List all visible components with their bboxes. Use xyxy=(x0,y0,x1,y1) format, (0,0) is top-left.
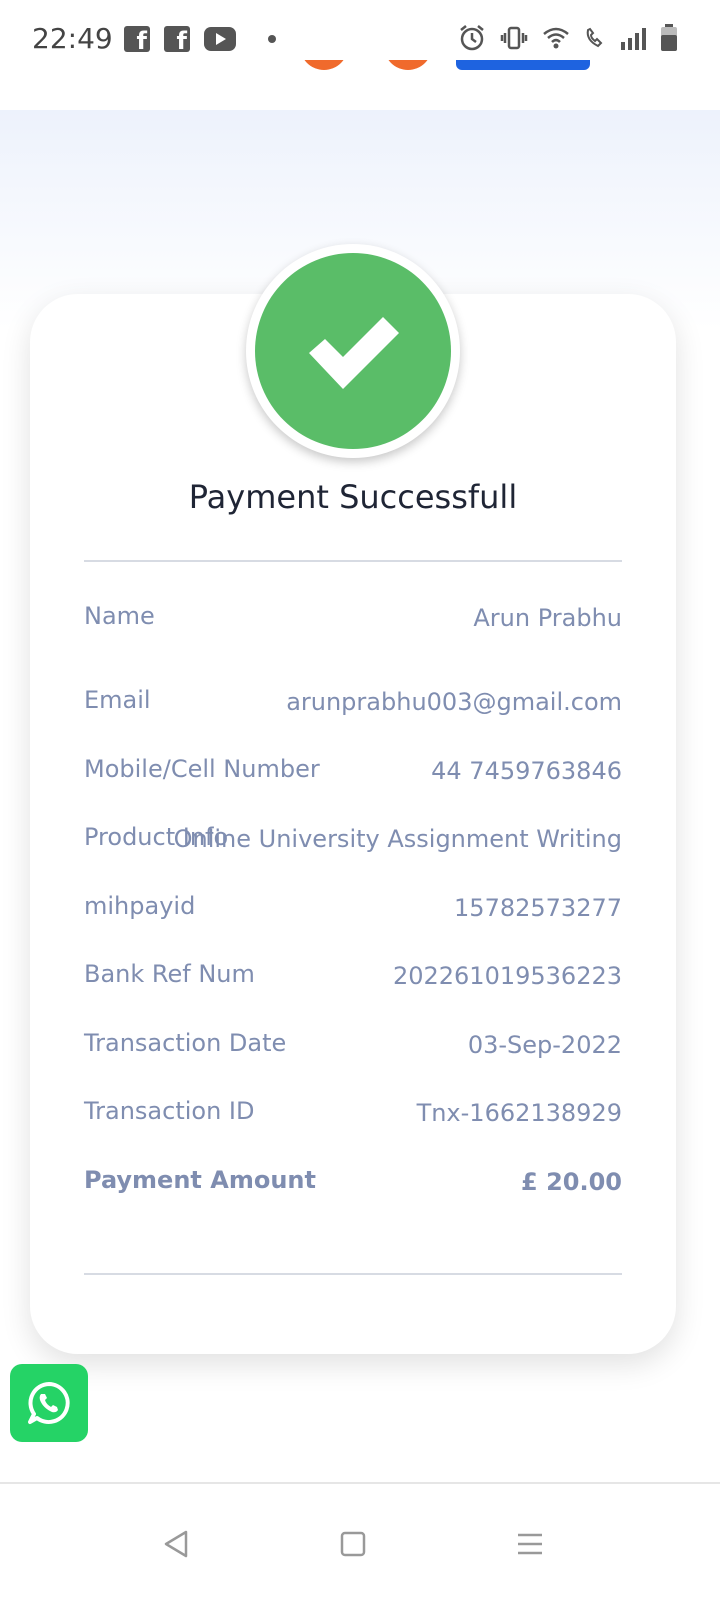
detail-row-mobile: Mobile/Cell Number 44 7459763846 xyxy=(84,755,622,795)
divider xyxy=(84,1273,622,1275)
detail-row-mihpayid: mihpayid 15782573277 xyxy=(84,892,622,932)
detail-row-date: Transaction Date 03-Sep-2022 xyxy=(84,1029,622,1069)
detail-value: 44 7459763846 xyxy=(431,757,622,785)
detail-label: Email xyxy=(84,686,151,714)
navigation-bar xyxy=(0,1482,720,1600)
detail-row-email: Email arunprabhu003@gmail.com xyxy=(84,686,622,726)
notification-icons xyxy=(124,26,276,55)
divider xyxy=(84,560,622,562)
home-button[interactable] xyxy=(333,1524,373,1564)
dot-icon xyxy=(268,35,276,43)
detail-row-product: Product Info Online University Assignmen… xyxy=(84,823,622,863)
menu-button[interactable] xyxy=(510,1524,550,1564)
detail-row-transaction-id: Transaction ID Tnx-1662138929 xyxy=(84,1097,622,1137)
header-icon-button[interactable] xyxy=(300,60,348,70)
detail-value: 15782573277 xyxy=(454,894,622,922)
alarm-icon xyxy=(460,25,484,51)
whatsapp-icon xyxy=(28,1382,70,1424)
detail-label: Bank Ref Num xyxy=(84,960,255,988)
facebook-icon xyxy=(164,26,190,55)
vibrate-icon xyxy=(500,26,528,50)
detail-value: Tnx-1662138929 xyxy=(416,1099,622,1127)
detail-value: 202261019536223 xyxy=(392,962,622,990)
back-icon xyxy=(164,1530,188,1558)
whatsapp-button[interactable] xyxy=(10,1364,88,1442)
menu-icon xyxy=(518,1533,542,1555)
facebook-icon xyxy=(124,26,150,55)
detail-value: Online University Assignment Writing xyxy=(173,825,622,853)
amount-value: £ 20.00 xyxy=(521,1168,622,1196)
success-badge xyxy=(246,244,460,458)
system-icons xyxy=(458,24,678,52)
detail-value: 03-Sep-2022 xyxy=(467,1031,622,1059)
detail-label: mihpayid xyxy=(84,892,196,920)
detail-row-name: Name Arun Prabhu xyxy=(84,602,622,642)
checkmark-icon xyxy=(309,317,399,389)
site-header-remnant xyxy=(0,60,720,110)
detail-label: Transaction Date xyxy=(84,1029,287,1057)
detail-label: Name xyxy=(84,602,155,630)
detail-row-bank-ref: Bank Ref Num 202261019536223 xyxy=(84,960,622,1000)
header-cta-button[interactable] xyxy=(456,60,590,70)
detail-label: Transaction ID xyxy=(84,1097,255,1125)
wifi-call-icon xyxy=(586,27,603,48)
signal-icon xyxy=(621,28,646,50)
youtube-icon xyxy=(204,27,236,51)
amount-label: Payment Amount xyxy=(84,1166,316,1194)
success-circle xyxy=(255,253,451,449)
home-icon xyxy=(340,1531,366,1557)
battery-icon xyxy=(661,24,677,51)
header-icon-button[interactable] xyxy=(384,60,432,70)
back-button[interactable] xyxy=(156,1524,196,1564)
detail-label: Mobile/Cell Number xyxy=(84,755,320,783)
status-time: 22:49 xyxy=(32,22,113,55)
detail-row-amount: Payment Amount £ 20.00 xyxy=(84,1166,622,1206)
wifi-icon xyxy=(543,27,569,49)
detail-value: Arun Prabhu xyxy=(473,604,622,632)
detail-value: arunprabhu003@gmail.com xyxy=(286,688,622,716)
payment-title: Payment Successfull xyxy=(188,478,518,516)
